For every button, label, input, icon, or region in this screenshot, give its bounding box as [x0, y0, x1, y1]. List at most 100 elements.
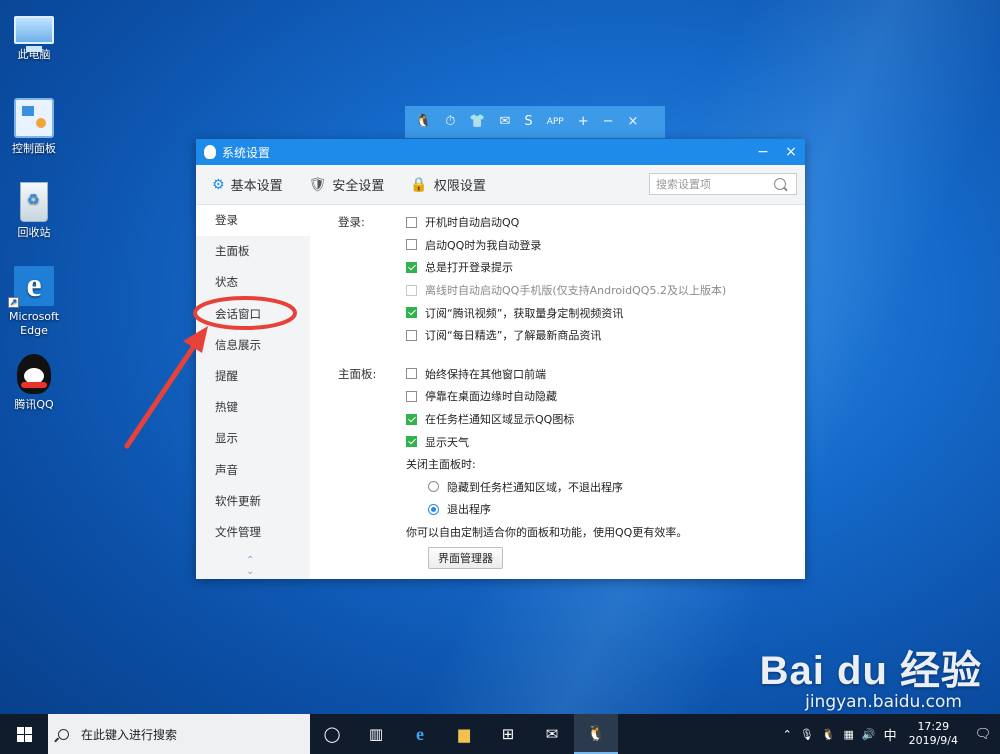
mail-icon[interactable]: ✉	[500, 106, 511, 138]
mail-button[interactable]: ✉	[530, 714, 574, 754]
option-label: 显示天气	[425, 435, 469, 449]
radio-exit-program[interactable]	[428, 503, 439, 515]
windows-logo-icon	[16, 726, 32, 742]
tab-label: 权限设置	[433, 179, 486, 194]
option-label: 订阅“腾讯视频”，获取量身定制视频资讯	[425, 306, 624, 320]
lock-icon: 🔒	[410, 176, 428, 193]
task-view-button[interactable]: ▥	[354, 714, 398, 754]
qq-tray-icon[interactable]: 🐧	[822, 728, 836, 741]
qq-penguin-icon	[17, 354, 51, 394]
checkbox-auto-start[interactable]	[406, 216, 417, 228]
baidu-watermark: Bai du 经验 jingyan.baidu.com	[760, 638, 982, 712]
desktop-icon-label: 控制面板	[12, 142, 56, 155]
tab-permission-settings[interactable]: 🔒 权限设置	[410, 175, 486, 195]
window-title: 系统设置	[222, 145, 271, 160]
checkbox-show-weather[interactable]	[406, 436, 417, 448]
sidebar-item-reminders[interactable]: 提醒	[196, 361, 310, 392]
taskbar-edge-button[interactable]: e	[398, 714, 442, 754]
shield-icon: 🛡	[308, 176, 327, 193]
skype-icon[interactable]: S	[524, 106, 532, 138]
desktop-icon-label: Microsoft Edge	[8, 310, 60, 337]
show-hidden-icons[interactable]: ⌃	[783, 728, 792, 741]
control-panel-icon	[14, 98, 54, 138]
search-icon[interactable]	[774, 178, 786, 190]
start-button[interactable]	[0, 714, 48, 754]
tab-label: 基本设置	[230, 179, 283, 194]
sidebar-item-display[interactable]: 显示	[196, 423, 310, 454]
system-tray: ⌃ 🎙 🐧 ▦ 🔊 中 17:29 2019/9/4 🗨	[779, 714, 1000, 754]
section-label-main-panel: 主面板:	[338, 366, 377, 381]
minimize-icon[interactable]: −	[603, 106, 614, 138]
input-method-indicator[interactable]: 中	[884, 725, 897, 744]
sidebar-item-software-update[interactable]: 软件更新	[196, 486, 310, 517]
taskbar-qq-button[interactable]: 🐧	[574, 714, 618, 754]
notification-center-icon[interactable]: 🗨	[966, 727, 1000, 742]
desktop-icon-this-pc[interactable]: 此电脑	[2, 10, 66, 62]
taskbar-search[interactable]: 在此键入进行搜索	[48, 714, 310, 754]
close-panel-label: 关闭主面板时:	[406, 458, 476, 472]
radio-hide-to-tray[interactable]	[428, 481, 439, 493]
qq-penguin-icon	[204, 145, 216, 159]
desktop-icon-edge[interactable]: e ↗ Microsoft Edge	[2, 266, 66, 338]
option-label: 在任务栏通知区域显示QQ图标	[425, 413, 575, 427]
scroll-up-icon[interactable]: ⌃	[246, 555, 254, 566]
sidebar-item-login[interactable]: 登录	[196, 205, 310, 237]
timer-icon[interactable]: ⏱	[445, 106, 455, 138]
customization-hint: 你可以自由定制适合你的面板和功能，使用QQ更有效率。	[406, 526, 688, 540]
volume-icon[interactable]: 🔊	[862, 728, 876, 741]
settings-search-input[interactable]	[656, 177, 774, 191]
cortana-button[interactable]: ◯	[310, 714, 354, 754]
option-label: 总是打开登录提示	[425, 261, 513, 275]
app-icon[interactable]: APP	[547, 106, 564, 138]
taskbar-clock[interactable]: 17:29 2019/9/4	[909, 720, 958, 748]
baidu-logo: Bai du 经验	[759, 649, 982, 693]
checkbox-subscribe-daily[interactable]	[406, 329, 417, 341]
interface-manager-button[interactable]: 界面管理器	[428, 547, 503, 570]
desktop-icon-control-panel[interactable]: 控制面板	[2, 98, 66, 156]
gear-icon: ⚙	[212, 176, 225, 193]
desktop-icon-recycle-bin[interactable]: 回收站	[2, 182, 66, 240]
tab-basic-settings[interactable]: ⚙ 基本设置	[212, 175, 283, 195]
close-icon[interactable]: ×	[628, 106, 639, 138]
annotation-arrow-shaft	[124, 337, 201, 449]
shirt-icon[interactable]: 👕	[469, 106, 485, 138]
checkbox-auto-login[interactable]	[406, 239, 417, 251]
desktop-icon-qq[interactable]: 腾讯QQ	[2, 354, 66, 412]
sidebar-item-file-management[interactable]: 文件管理	[196, 517, 310, 548]
add-icon[interactable]: +	[578, 106, 589, 138]
qq-main-toolbar: 🐧 ⏱ 👕 ✉ S APP + − ×	[405, 106, 665, 138]
scroll-down-icon[interactable]: ⌄	[246, 566, 254, 577]
minimize-button[interactable]: −	[749, 139, 777, 165]
microphone-icon[interactable]: 🎙	[800, 728, 814, 741]
option-label: 启动QQ时为我自动登录	[425, 238, 542, 252]
clock-time: 17:29	[917, 720, 950, 733]
desktop-icon-label: 腾讯QQ	[14, 398, 54, 411]
store-button[interactable]: ⊞	[486, 714, 530, 754]
recycle-bin-icon	[20, 182, 48, 222]
sidebar-item-sound[interactable]: 声音	[196, 455, 310, 486]
checkbox-auto-hide[interactable]	[406, 390, 417, 402]
option-label: 离线时自动启动QQ手机版(仅支持AndroidQQ5.2及以上版本)	[425, 284, 727, 298]
file-explorer-button[interactable]: ▆	[442, 714, 486, 754]
sidebar-item-info-display[interactable]: 信息展示	[196, 330, 310, 361]
settings-sidebar: 登录 主面板 状态 会话窗口 信息展示 提醒 热键 显示 声音 软件更新 文件管…	[196, 205, 310, 579]
option-label: 始终保持在其他窗口前端	[425, 367, 546, 381]
option-label: 订阅“每日精选”，了解最新商品资讯	[425, 329, 602, 343]
network-icon[interactable]: ▦	[843, 728, 853, 741]
taskbar: 在此键入进行搜索 ◯ ▥ e ▆ ⊞ ✉ 🐧 ⌃ 🎙 🐧 ▦ 🔊 中 17:29…	[0, 714, 1000, 754]
qq-logo-icon: 🐧	[415, 114, 432, 129]
sidebar-item-chat-window[interactable]: 会话窗口	[196, 299, 310, 330]
computer-icon	[14, 16, 54, 52]
option-label: 隐藏到任务栏通知区域，不退出程序	[447, 480, 623, 494]
sidebar-item-hotkeys[interactable]: 热键	[196, 392, 310, 423]
tab-security-settings[interactable]: 🛡 安全设置	[308, 175, 385, 195]
sidebar-item-main-panel[interactable]: 主面板	[196, 236, 310, 267]
sidebar-item-status[interactable]: 状态	[196, 267, 310, 298]
close-button[interactable]: ×	[777, 139, 805, 165]
checkbox-tray-icon[interactable]	[406, 413, 417, 425]
checkbox-subscribe-video[interactable]	[406, 307, 417, 319]
checkbox-login-prompt[interactable]	[406, 261, 417, 273]
sidebar-scroll: ⌃ ⌄	[246, 555, 254, 577]
shortcut-arrow-icon: ↗	[8, 297, 19, 308]
checkbox-always-on-top[interactable]	[406, 368, 417, 380]
